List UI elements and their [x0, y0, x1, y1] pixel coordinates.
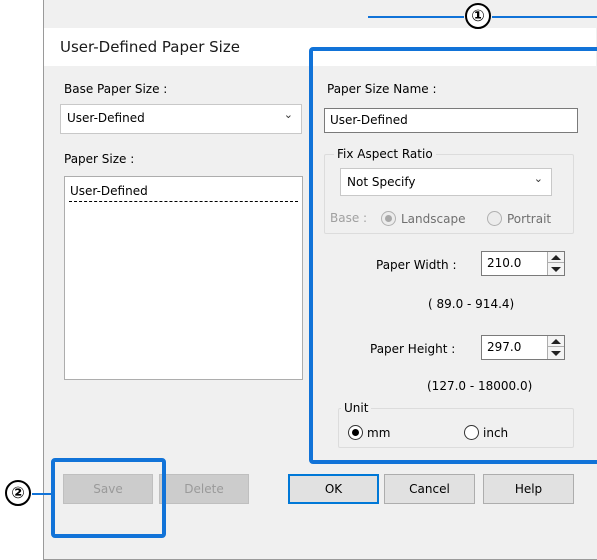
base-paper-size-dropdown[interactable]: User-Defined ⌄	[60, 104, 302, 134]
paper-size-list[interactable]: User-Defined	[64, 176, 303, 380]
callout-box-2	[51, 458, 166, 538]
chevron-down-icon: ⌄	[283, 108, 293, 121]
delete-button[interactable]: Delete	[159, 474, 249, 504]
callout-line-1-left	[368, 16, 464, 18]
help-button[interactable]: Help	[483, 474, 574, 504]
callout-number-2: ②	[5, 480, 31, 506]
focus-rectangle	[69, 201, 298, 202]
paper-size-label: Paper Size :	[64, 152, 135, 166]
base-paper-size-value: User-Defined	[67, 111, 145, 125]
dialog-title: User-Defined Paper Size	[60, 38, 240, 56]
ok-button[interactable]: OK	[288, 474, 379, 504]
cancel-button[interactable]: Cancel	[384, 474, 475, 504]
callout-line-2	[32, 493, 52, 495]
callout-number-1: ①	[465, 3, 491, 29]
callout-box-1	[309, 47, 597, 464]
base-paper-size-label: Base Paper Size :	[64, 82, 168, 96]
callout-line-1-right	[492, 16, 597, 18]
list-item[interactable]: User-Defined	[70, 184, 148, 198]
